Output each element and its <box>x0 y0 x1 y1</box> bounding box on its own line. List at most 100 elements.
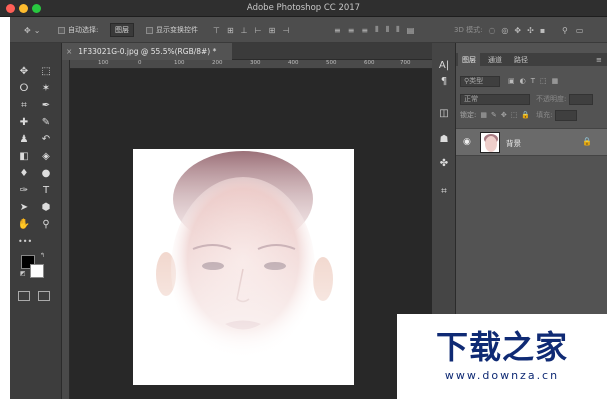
move-tool-icon[interactable]: ✥ <box>16 63 32 79</box>
lock-pixels-icon[interactable]: ✎ <box>491 111 497 119</box>
roll-3d-icon[interactable]: ◎ <box>501 26 508 35</box>
document-tab[interactable]: × 1F33021G-0.jpg @ 55.5%(RGB/8#) * <box>62 43 232 60</box>
distribute-vcenter-icon[interactable]: ≡ <box>348 26 355 35</box>
ruler-label: 600 <box>364 60 375 66</box>
auto-align-icon[interactable]: ▤ <box>407 26 415 35</box>
auto-select-option[interactable]: 自动选择: <box>58 17 98 43</box>
blur-tool-icon[interactable]: ♦ <box>16 165 32 181</box>
align-left-icon[interactable]: ⊢ <box>255 26 262 35</box>
opacity-label: 不透明度: <box>536 95 567 103</box>
auto-select-dropdown[interactable]: 图层 <box>110 17 134 43</box>
layer-filter-row: ⚲ 类型 ▣ ◐ T ⬚ ▦ <box>460 75 603 87</box>
channels-panel-icon[interactable]: ☗ <box>436 131 452 147</box>
panel-menu-icon[interactable]: ≡ <box>592 53 606 66</box>
document-image[interactable] <box>133 149 354 385</box>
lock-position-icon[interactable]: ✥ <box>501 111 507 119</box>
more-tools-icon[interactable]: ••• <box>18 237 32 246</box>
orbit-3d-icon[interactable]: ◌ <box>488 26 495 35</box>
align-right-icon[interactable]: ⊣ <box>282 26 289 35</box>
clone-stamp-tool-icon[interactable]: ♟ <box>16 131 32 147</box>
filter-shape-icon[interactable]: ⬚ <box>540 77 547 85</box>
slide-3d-icon[interactable]: ✣ <box>527 26 534 35</box>
scale-3d-icon[interactable]: ▪ <box>540 26 545 35</box>
default-colors-icon[interactable]: ◩ <box>20 270 26 277</box>
ruler-label: 500 <box>326 60 337 66</box>
workspace-icon[interactable]: ▭ <box>576 26 584 35</box>
layer-row[interactable]: ◉ 背景 🔒 <box>456 128 607 156</box>
lock-artboard-icon[interactable]: ⬚ <box>511 111 518 119</box>
quick-mask-icon[interactable] <box>18 291 30 301</box>
align-hcenter-icon[interactable]: ⊞ <box>269 26 276 35</box>
magic-wand-tool-icon[interactable]: ✶ <box>38 80 54 96</box>
opacity-field[interactable] <box>569 93 594 105</box>
pen-tool-icon[interactable]: ✑ <box>16 182 32 198</box>
lock-all-icon[interactable]: 🔒 <box>521 111 530 119</box>
auto-select-checkbox[interactable] <box>58 26 65 34</box>
filter-pixel-icon[interactable]: ▣ <box>508 77 515 85</box>
layers-panel-icon[interactable]: ◫ <box>436 105 452 121</box>
layer-filter-dropdown[interactable]: ⚲ 类型 <box>460 75 500 87</box>
mode-3d-label: 3D 模式: <box>454 26 483 34</box>
screen-mode-icon[interactable] <box>38 291 50 301</box>
blend-mode-dropdown[interactable]: 正常 <box>460 93 530 105</box>
eraser-tool-icon[interactable]: ◧ <box>16 148 32 164</box>
search-icon[interactable]: ⚲ <box>562 26 568 35</box>
distribute-bottom-icon[interactable]: ≡ <box>361 26 368 35</box>
background-color-swatch[interactable] <box>30 264 44 278</box>
lock-label: 锁定: <box>460 111 477 119</box>
distribute-hcenter-icon[interactable]: ⦀ <box>386 25 390 35</box>
tab-channels[interactable]: 通道 <box>484 53 506 66</box>
align-top-icon[interactable]: ⊤ <box>213 26 220 35</box>
character-panel-icon[interactable]: A| <box>436 57 452 73</box>
ruler-label: 100 <box>98 60 109 66</box>
visibility-eye-icon[interactable]: ◉ <box>463 137 471 147</box>
filter-type-icon[interactable]: T <box>531 77 535 85</box>
crop-panel-icon[interactable]: ⌗ <box>436 183 452 199</box>
ruler-label: 0 <box>138 60 142 66</box>
ruler-label: 700 <box>400 60 411 66</box>
distribute-top-icon[interactable]: ≡ <box>334 26 341 35</box>
crop-tool-icon[interactable]: ⌗ <box>16 97 32 113</box>
align-bottom-icon[interactable]: ⊥ <box>241 26 248 35</box>
brush-tool-icon[interactable]: ✎ <box>38 114 54 130</box>
fill-label: 填充: <box>536 111 553 119</box>
zoom-tool-icon[interactable]: ⚲ <box>38 216 54 232</box>
show-transform-option[interactable]: 显示变换控件 <box>146 17 198 43</box>
title-bar: Adobe Photoshop CC 2017 <box>0 0 607 17</box>
lasso-tool-icon[interactable]: ⵔ <box>16 80 32 96</box>
history-brush-tool-icon[interactable]: ↶ <box>38 131 54 147</box>
move-tool-preset[interactable]: ✥ ⌄ <box>24 17 40 43</box>
auto-select-label: 自动选择: <box>68 26 99 34</box>
dodge-tool-icon[interactable]: ● <box>38 165 54 181</box>
layer-lock-icon: 🔒 <box>582 137 592 146</box>
lock-transparent-icon[interactable]: ▦ <box>480 111 487 119</box>
tab-paths[interactable]: 路径 <box>510 53 532 66</box>
layer-name: 背景 <box>506 139 521 148</box>
align-vcenter-icon[interactable]: ⊞ <box>227 26 234 35</box>
swap-colors-icon[interactable]: ↰ <box>40 252 45 259</box>
distribute-right-icon[interactable]: ⦀ <box>396 25 400 35</box>
type-tool-icon[interactable]: T <box>38 182 54 198</box>
paragraph-panel-icon[interactable]: ¶ <box>436 73 452 89</box>
paint-bucket-tool-icon[interactable]: ◈ <box>38 148 54 164</box>
hand-tool-icon[interactable]: ✋ <box>16 216 32 232</box>
app-title: Adobe Photoshop CC 2017 <box>246 3 361 13</box>
fill-field[interactable] <box>555 109 578 121</box>
healing-brush-tool-icon[interactable]: ✚ <box>16 114 32 130</box>
options-bar: ✥ ⌄ 自动选择: 图层 显示变换控件 ⊤ ⊞ ⊥ ⊢ ⊞ ⊣ ≡ ≡ ≡ ⦀ … <box>10 17 607 43</box>
distribute-left-icon[interactable]: ⦀ <box>375 25 379 35</box>
shape-tool-icon[interactable]: ⬢ <box>38 199 54 215</box>
marquee-tool-icon[interactable]: ⬚ <box>38 63 54 79</box>
filter-adjust-icon[interactable]: ◐ <box>520 77 526 85</box>
watermark-title: 下载之家 <box>435 328 568 366</box>
show-transform-checkbox[interactable] <box>146 26 153 34</box>
close-tab-icon[interactable]: × <box>66 47 72 56</box>
document-tab-bar: × 1F33021G-0.jpg @ 55.5%(RGB/8#) * <box>62 43 432 60</box>
path-selection-tool-icon[interactable]: ➤ <box>16 199 32 215</box>
eyedropper-tool-icon[interactable]: ✒ <box>38 97 54 113</box>
ruler-label: 200 <box>212 60 223 66</box>
shapes-panel-icon[interactable]: ✤ <box>436 155 452 171</box>
tab-layers[interactable]: 图层 <box>458 53 480 66</box>
filter-smart-icon[interactable]: ▦ <box>552 77 559 85</box>
pan-3d-icon[interactable]: ✥ <box>514 26 521 35</box>
